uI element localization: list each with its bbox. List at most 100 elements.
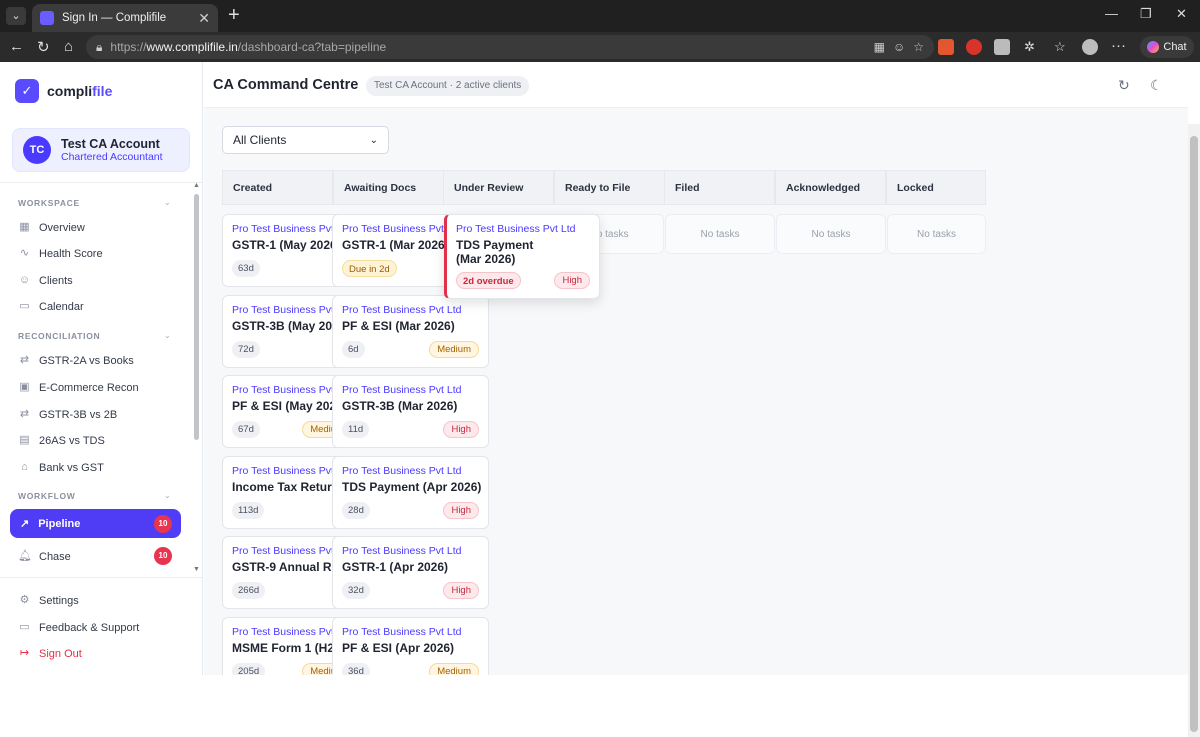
overdue-badge: 2d overdue [456,272,521,289]
bank-icon: ⌂ [21,461,28,473]
browser-tab-bar: ⌄ Sign In — Complifile ✕ + — ❐ ✕ [0,0,1200,32]
chevron-down-icon[interactable]: ⌄ [164,491,171,500]
page-header: CA Command Centre Test CA Account · 2 ac… [204,62,1188,108]
favicon-icon [40,11,54,25]
task-card[interactable]: Pro Test Business Pvt Ltd TDS Payment (Ap… [332,455,489,529]
task-card[interactable]: Pro Test Business Pvt Ltd GSTR-1 (Apr 202… [332,536,489,609]
chevron-down-icon[interactable]: ⌄ [164,331,171,340]
sidebar-item-health-score[interactable]: ∿ Health Score [18,247,103,260]
section-label-reconciliation: RECONCILIATION [18,331,101,341]
card-task: TDS Payment (Apr 2026) [342,479,482,494]
address-bar[interactable]: 🔒︎ https://www.complifile.in/dashboard-c… [86,35,934,59]
client-filter-value: All Clients [233,133,287,147]
sidebar-item-label: Feedback & Support [39,621,140,634]
reader-mode-icon[interactable]: ▦ [874,40,885,54]
copilot-chat-button[interactable]: Chat [1140,36,1194,58]
reload-icon[interactable]: ↻ [37,38,50,56]
tab-close-icon[interactable]: ✕ [198,10,210,27]
account-card[interactable]: TC Test CA Account Chartered Accountant [12,128,190,172]
sidebar-item-label: Sign Out [39,647,82,660]
new-tab-icon[interactable]: + [228,4,240,27]
site-info-icon[interactable]: 🔒︎ [96,40,102,55]
extensions-icon[interactable]: ✲ [1024,39,1035,55]
close-window-icon[interactable]: ✕ [1176,6,1187,22]
sidebar-item-calendar[interactable]: ▭ Calendar [18,300,84,313]
sidebar-item-label: Health Score [39,247,103,260]
age-badge: 28d [342,501,370,519]
empty-column-placeholder: No tasks [665,214,775,254]
scroll-down-icon[interactable]: ▼ [193,566,200,573]
priority-badge: Medium [429,340,479,358]
card-task: PF & ESI (Apr 2026) [342,640,455,655]
empty-column-placeholder: No tasks [776,214,886,254]
card-client: Pro Test Business Pvt Ltd [342,464,462,477]
sidebar-item-26as[interactable]: ▤ 26AS vs TDS [18,434,105,447]
favorites-icon[interactable]: ☆ [1054,39,1066,55]
column-header: Created [222,170,333,205]
dragging-task-card[interactable]: Pro Test Business Pvt Ltd TDS Payment (M… [444,214,600,299]
compare-icon: ⇄ [19,408,30,420]
tab-list-icon[interactable]: ⌄ [6,7,26,25]
dark-mode-icon[interactable]: ☾ [1150,77,1163,94]
compare-icon: ⇄ [19,354,30,366]
sidebar-item-sign-out[interactable]: ↦ Sign Out [18,647,82,660]
age-badge: 6d [342,340,365,358]
chat-label: Chat [1163,41,1187,53]
trend-icon: ↗ [20,518,30,530]
sidebar-item-label: Pipeline [38,517,81,530]
refresh-icon[interactable]: ↻ [1118,77,1130,94]
sidebar-item-label: Calendar [39,300,84,313]
card-task: PF & ESI (Mar 2026) [342,318,455,333]
age-badge: 205d [232,662,266,675]
scroll-up-icon[interactable]: ▲ [193,182,200,189]
sidebar-item-settings[interactable]: ⚙ Settings [18,594,79,607]
emoji-icon[interactable]: ☺ [893,40,905,54]
card-client: Pro Test Business Pvt Ltd [456,223,576,235]
card-client: Pro Test Business Pvt Ltd [342,545,462,557]
brand-logo[interactable]: ✓ complifile [15,79,112,103]
chevron-down-icon[interactable]: ⌄ [164,198,171,207]
extension-icon[interactable] [994,39,1010,55]
page-scrollbar[interactable] [1188,124,1200,737]
card-client: Pro Test Business Pvt Ltd [342,625,462,638]
browser-tab[interactable]: Sign In — Complifile ✕ [32,4,218,32]
sidebar-scrollbar[interactable]: ▲ ▼ [193,182,201,577]
sidebar-item-chase[interactable]: 🔔︎ Chase [18,550,71,563]
extension-icon[interactable] [938,39,954,55]
sidebar-item-clients[interactable]: ☺ Clients [18,274,73,287]
sidebar-item-feedback[interactable]: ▭ Feedback & Support [18,621,139,634]
sidebar: ✓ complifile TC Test CA Account Chartere… [0,62,203,675]
card-task: GSTR-1 (Apr 2026) [342,560,449,574]
age-badge: 266d [232,582,266,599]
card-client: Pro Test Business Pvt Ltd [342,384,462,396]
minimize-icon[interactable]: — [1105,6,1118,21]
adblock-icon[interactable] [966,39,982,55]
task-card[interactable]: Pro Test Business Pvt Ltd PF & ESI (Mar 2… [332,294,489,368]
sidebar-scroll-thumb[interactable] [194,194,199,440]
avatar: TC [23,136,51,164]
favorite-icon[interactable]: ☆ [913,40,924,54]
account-role: Chartered Accountant [61,151,163,163]
sidebar-item-overview[interactable]: ▦ Overview [18,221,85,234]
profile-icon[interactable] [1082,39,1098,55]
age-badge: 113d [232,501,265,519]
task-card[interactable]: Pro Test Business Pvt Ltd PF & ESI (Apr 2… [332,616,489,675]
more-icon[interactable]: ··· [1111,37,1126,54]
page-scroll-thumb[interactable] [1190,136,1198,732]
sidebar-item-label: GSTR-2A vs Books [39,354,134,367]
client-filter-select[interactable]: All Clients ⌄ [222,126,389,154]
sidebar-item-label: GSTR-3B vs 2B [39,408,118,421]
page-title: CA Command Centre [213,77,359,93]
sidebar-item-ecommerce[interactable]: ▣ E-Commerce Recon [18,381,138,394]
back-icon[interactable]: ← [9,38,24,55]
column-header: Acknowledged [775,170,886,205]
pipeline-board: Created Awaiting Docs Under Review Ready… [222,170,986,675]
maximize-icon[interactable]: ❐ [1140,6,1152,22]
sidebar-item-gstr3b[interactable]: ⇄ GSTR-3B vs 2B [18,408,117,421]
sidebar-item-gstr2a[interactable]: ⇄ GSTR-2A vs Books [18,354,134,367]
copilot-icon [1147,41,1160,53]
task-card[interactable]: Pro Test Business Pvt Ltd GSTR-3B (Mar 20… [332,375,489,448]
sidebar-item-bank[interactable]: ⌂ Bank vs GST [18,461,104,474]
home-icon[interactable]: ⌂ [64,38,73,55]
pipeline-count-badge: 10 [154,515,172,533]
